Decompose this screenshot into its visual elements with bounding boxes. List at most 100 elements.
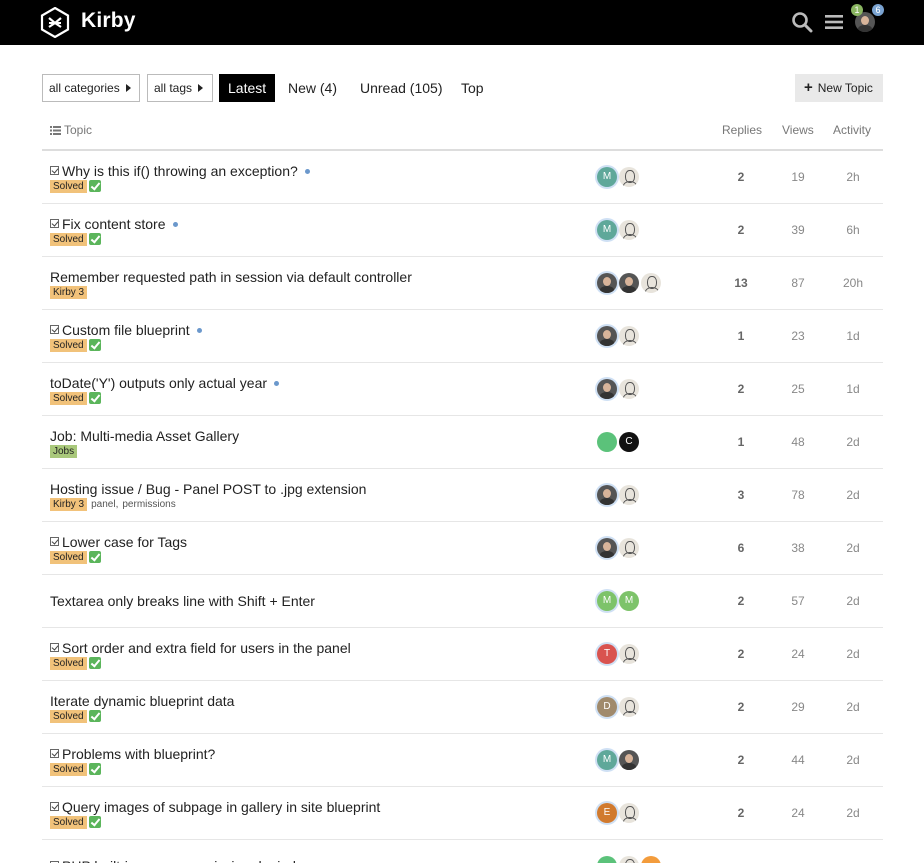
poster-avatar[interactable] (619, 538, 639, 558)
topic-title-text[interactable]: Lower case for Tags (62, 534, 187, 550)
topic-title-text[interactable]: Textarea only breaks line with Shift + E… (50, 593, 315, 609)
topic-title-text[interactable]: Why is this if() throwing an exception? (62, 163, 298, 179)
topic-title-text[interactable]: PHP built-in server permission denied (62, 858, 296, 863)
topic-title-text[interactable]: Query images of subpage in gallery in si… (62, 799, 380, 815)
activity-time[interactable]: 1d (828, 329, 878, 343)
kirby-logo-icon[interactable] (40, 7, 70, 38)
topic-title[interactable]: Textarea only breaks line with Shift + E… (50, 593, 315, 609)
topic-title[interactable]: Lower case for Tags (50, 534, 187, 550)
topic-title[interactable]: Hosting issue / Bug - Panel POST to .jpg… (50, 481, 366, 497)
poster-avatar[interactable] (619, 220, 639, 240)
topic-title-text[interactable]: toDate('Y') outputs only actual year (50, 375, 267, 391)
activity-time[interactable]: 2d (828, 488, 878, 502)
poster-avatar[interactable]: D (597, 697, 617, 717)
activity-time[interactable]: 2d (828, 647, 878, 661)
replies-count[interactable]: 13 (716, 276, 766, 290)
replies-count[interactable]: 1 (716, 329, 766, 343)
poster-avatar[interactable]: M (597, 750, 617, 770)
activity-time[interactable]: 6h (828, 223, 878, 237)
tab-latest[interactable]: Latest (219, 74, 276, 102)
categories-dropdown[interactable]: all categories (42, 74, 140, 102)
tab-unread[interactable]: Unread (105) (360, 74, 443, 102)
poster-avatar[interactable] (619, 803, 639, 823)
poster-avatar[interactable] (619, 856, 639, 863)
poster-avatar[interactable] (597, 432, 617, 452)
topic-title[interactable]: Why is this if() throwing an exception? (50, 163, 310, 179)
hamburger-menu-icon[interactable] (824, 12, 844, 32)
category-badge[interactable]: Kirby 3 (50, 286, 88, 299)
column-header-topic[interactable]: Topic (50, 123, 92, 137)
category-badge[interactable]: Solved (50, 180, 87, 193)
activity-time[interactable]: 1d (828, 382, 878, 396)
topic-title-text[interactable]: Iterate dynamic blueprint data (50, 693, 234, 709)
poster-avatar[interactable] (597, 856, 617, 863)
activity-time[interactable]: 2d (828, 594, 878, 608)
poster-avatar[interactable]: M (597, 167, 617, 187)
activity-time[interactable]: 2d (828, 541, 878, 555)
notification-badge-green[interactable]: 1 (851, 4, 863, 16)
topic-title[interactable]: Remember requested path in session via d… (50, 269, 412, 285)
replies-count[interactable]: 2 (716, 806, 766, 820)
replies-count[interactable]: 2 (716, 647, 766, 661)
poster-avatar[interactable] (597, 273, 617, 293)
category-badge[interactable]: Solved (50, 233, 87, 246)
activity-time[interactable]: 2d (828, 806, 878, 820)
topic-tag[interactable]: permissions (122, 499, 175, 510)
poster-avatar[interactable] (619, 326, 639, 346)
replies-count[interactable]: 1 (716, 435, 766, 449)
category-badge[interactable]: Jobs (50, 445, 78, 458)
tab-new[interactable]: New (4) (288, 74, 337, 102)
activity-time[interactable]: 20h (828, 276, 878, 290)
replies-count[interactable]: 2 (716, 753, 766, 767)
topic-title-text[interactable]: Sort order and extra field for users in … (62, 640, 351, 656)
new-topic-button[interactable]: + New Topic (795, 74, 883, 102)
topic-title-text[interactable]: Hosting issue / Bug - Panel POST to .jpg… (50, 481, 366, 497)
topic-title[interactable]: Custom file blueprint (50, 322, 202, 338)
notification-badge-blue[interactable]: 6 (872, 4, 884, 16)
topic-title-text[interactable]: Custom file blueprint (62, 322, 190, 338)
activity-time[interactable]: 2d (828, 753, 878, 767)
activity-time[interactable]: 2d (828, 435, 878, 449)
replies-count[interactable]: 2 (716, 594, 766, 608)
poster-avatar[interactable]: M (597, 220, 617, 240)
topic-title[interactable]: Fix content store (50, 216, 178, 232)
poster-avatar[interactable] (619, 379, 639, 399)
replies-count[interactable]: 3 (716, 488, 766, 502)
category-badge[interactable]: Kirby 3 (50, 498, 88, 511)
poster-avatar[interactable]: M (619, 591, 639, 611)
poster-avatar[interactable] (619, 750, 639, 770)
poster-avatar[interactable] (641, 856, 661, 863)
poster-avatar[interactable]: T (597, 644, 617, 664)
poster-avatar[interactable]: M (597, 591, 617, 611)
poster-avatar[interactable] (619, 697, 639, 717)
poster-avatar[interactable] (619, 273, 639, 293)
poster-avatar[interactable]: C (619, 432, 639, 452)
topic-title[interactable]: Sort order and extra field for users in … (50, 640, 351, 656)
topic-tag[interactable]: panel, (91, 499, 118, 510)
topic-title[interactable]: PHP built-in server permission denied (50, 858, 296, 863)
tags-dropdown[interactable]: all tags (147, 74, 213, 102)
poster-avatar[interactable] (597, 326, 617, 346)
poster-avatar[interactable] (597, 538, 617, 558)
topic-title[interactable]: Query images of subpage in gallery in si… (50, 799, 380, 815)
topic-title-text[interactable]: Problems with blueprint? (62, 746, 215, 762)
column-header-replies[interactable]: Replies (722, 123, 762, 137)
tab-top[interactable]: Top (461, 74, 484, 102)
search-icon[interactable] (791, 11, 813, 33)
category-badge[interactable]: Solved (50, 339, 87, 352)
topic-title[interactable]: toDate('Y') outputs only actual year (50, 375, 280, 391)
column-header-activity[interactable]: Activity (833, 123, 871, 137)
poster-avatar[interactable] (597, 379, 617, 399)
replies-count[interactable]: 2 (716, 382, 766, 396)
category-badge[interactable]: Solved (50, 551, 87, 564)
poster-avatar[interactable] (597, 485, 617, 505)
category-badge[interactable]: Solved (50, 816, 87, 829)
column-header-views[interactable]: Views (782, 123, 814, 137)
poster-avatar[interactable] (619, 644, 639, 664)
topic-title[interactable]: Problems with blueprint? (50, 746, 215, 762)
category-badge[interactable]: Solved (50, 763, 87, 776)
activity-time[interactable]: 2h (828, 170, 878, 184)
replies-count[interactable]: 2 (716, 223, 766, 237)
topic-title-text[interactable]: Remember requested path in session via d… (50, 269, 412, 285)
activity-time[interactable]: 2d (828, 700, 878, 714)
